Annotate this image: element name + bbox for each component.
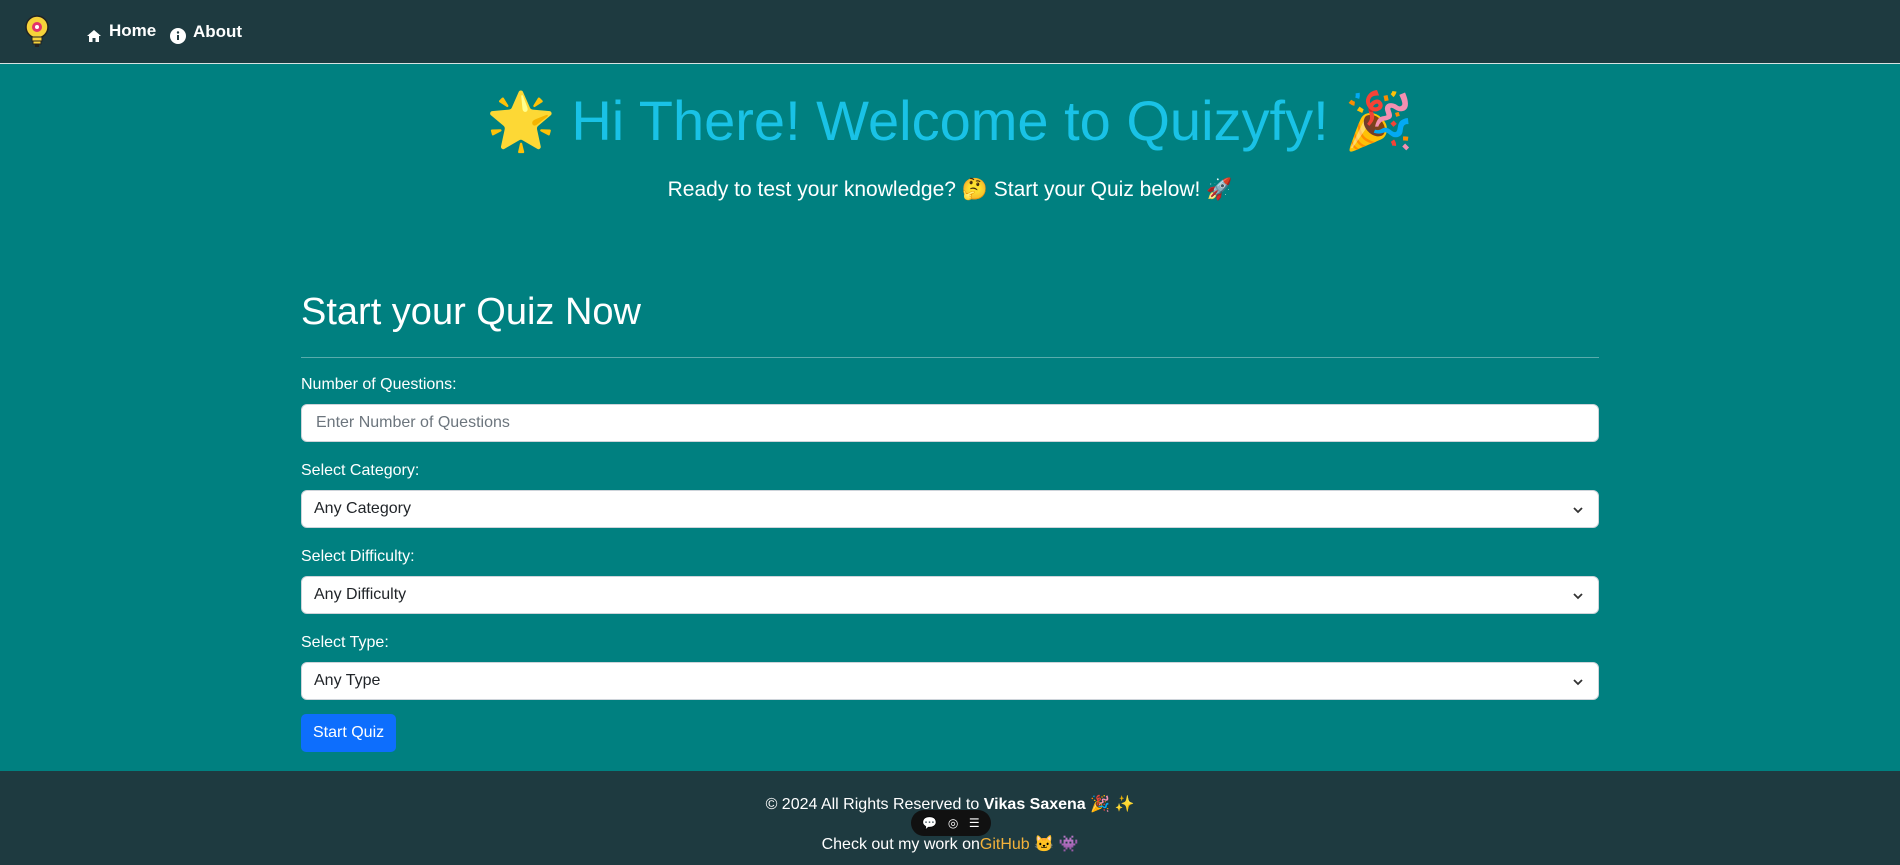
form-title: Start your Quiz Now	[301, 291, 641, 333]
footer-author: Vikas Saxena	[983, 796, 1086, 813]
page-subtitle: Ready to test your knowledge? 🤔 Start yo…	[667, 178, 1233, 201]
difficulty-label: Select Difficulty:	[301, 548, 415, 565]
nav-home-link[interactable]: Home	[86, 14, 156, 48]
category-label: Select Category:	[301, 462, 420, 479]
category-value: Any Category	[314, 500, 411, 517]
nav-about-label: About	[193, 21, 243, 41]
top-navbar: Home About	[0, 0, 1900, 64]
footer-work: Check out my work onGitHub 🐱 👾	[0, 834, 1900, 854]
chevron-down-icon	[1573, 593, 1583, 600]
info-icon	[170, 28, 186, 49]
num-questions-label: Number of Questions:	[301, 376, 457, 393]
footer-copyright-suffix: 🎉 ✨	[1085, 796, 1135, 813]
num-questions-input[interactable]	[314, 413, 1586, 433]
lightbulb-logo-icon[interactable]	[22, 14, 52, 50]
type-value: Any Type	[314, 672, 381, 689]
menu-icon[interactable]: ☰	[969, 816, 980, 830]
category-select[interactable]: Any Category	[301, 490, 1599, 528]
comment-icon[interactable]: 💬	[922, 816, 937, 830]
chevron-down-icon	[1573, 679, 1583, 686]
home-icon	[86, 28, 102, 48]
num-questions-field[interactable]	[301, 404, 1599, 442]
difficulty-select[interactable]: Any Difficulty	[301, 576, 1599, 614]
type-label: Select Type:	[301, 634, 389, 651]
footer-work-suffix: 🐱 👾	[1029, 836, 1079, 853]
view-icon[interactable]: ◎	[948, 816, 958, 830]
difficulty-value: Any Difficulty	[314, 586, 407, 603]
nav-home-label: Home	[109, 21, 157, 40]
github-link[interactable]: GitHub	[980, 836, 1030, 853]
footer-work-prefix: Check out my work on	[821, 836, 980, 853]
floating-toolbar: 💬 ◎ ☰	[911, 810, 991, 836]
form-divider	[301, 357, 1599, 358]
nav-about-link[interactable]: About	[170, 14, 242, 49]
start-quiz-button[interactable]: Start Quiz	[301, 714, 397, 752]
chevron-down-icon	[1573, 507, 1583, 514]
page-title: 🌟 Hi There! Welcome to Quizyfy! 🎉	[486, 89, 1414, 152]
type-select[interactable]: Any Type	[301, 662, 1599, 700]
quiz-form: Start your Quiz Now Number of Questions:…	[301, 285, 1599, 752]
